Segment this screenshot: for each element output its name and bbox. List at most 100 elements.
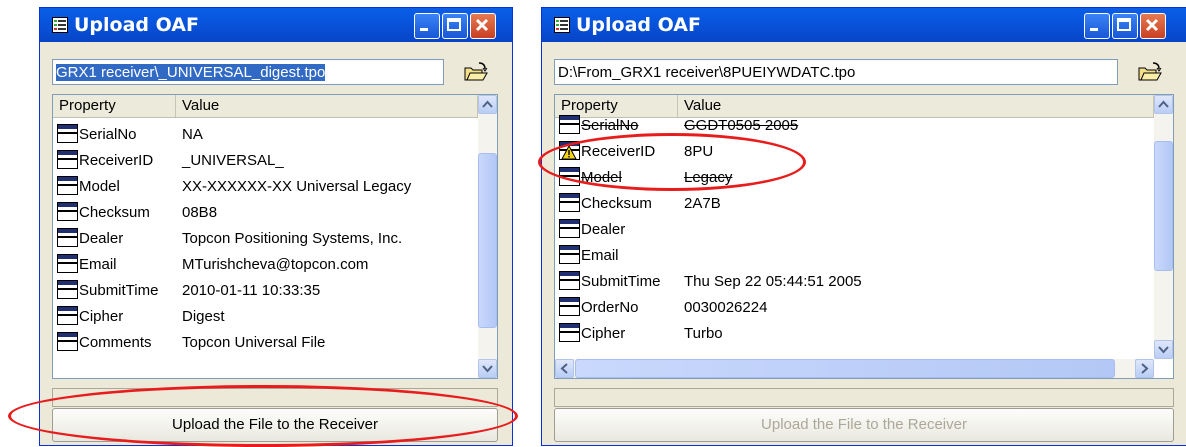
maximize-button[interactable] — [442, 13, 468, 39]
chevron-down-icon — [482, 365, 493, 373]
maximize-button[interactable] — [1112, 13, 1138, 39]
table-row[interactable]: Model XX-XXXXXX-XX Universal Legacy — [53, 174, 473, 200]
property-icon — [559, 297, 580, 316]
property-value: MTurishcheva@topcon.com — [182, 256, 369, 273]
minimize-button[interactable] — [414, 13, 440, 39]
property-value: 08B8 — [182, 204, 218, 221]
property-value: GGDT0505 2005 — [684, 117, 799, 134]
vertical-scrollbar[interactable] — [478, 95, 497, 378]
property-name: SerialNo — [79, 126, 137, 143]
vertical-scrollbar[interactable] — [1154, 95, 1173, 359]
scroll-down-button[interactable] — [478, 359, 497, 378]
property-name: Checksum — [79, 204, 150, 221]
minimize-icon — [420, 28, 428, 31]
property-value: Topcon Universal File — [182, 334, 326, 351]
property-icon — [559, 323, 580, 342]
open-file-button[interactable] — [460, 59, 490, 85]
chevron-right-icon — [1141, 363, 1149, 374]
grid-header: Property Value — [53, 95, 497, 118]
table-row[interactable]: OrderNo 0030026224 — [555, 295, 975, 321]
scroll-thumb[interactable] — [1154, 141, 1173, 271]
open-file-button[interactable] — [1134, 59, 1164, 85]
scroll-down-button[interactable] — [1154, 340, 1173, 359]
table-row[interactable]: SubmitTime Thu Sep 22 05:44:51 2005 — [555, 269, 975, 295]
scroll-up-button[interactable] — [1154, 95, 1173, 114]
table-row[interactable]: Email MTurishcheva@topcon.com — [53, 252, 473, 278]
property-name: Cipher — [79, 308, 124, 325]
close-button[interactable] — [470, 13, 496, 39]
property-icon — [559, 193, 580, 212]
property-value: Thu Sep 22 05:44:51 2005 — [684, 273, 862, 290]
close-icon — [475, 18, 489, 32]
highlight-ellipse-upload-button — [8, 385, 518, 447]
highlight-ellipse-receiver-id — [538, 133, 806, 191]
table-row[interactable]: Checksum 2A7B — [555, 191, 975, 217]
table-row[interactable]: Dealer — [555, 217, 975, 243]
title-bar[interactable]: Upload OAF — [542, 8, 1186, 42]
property-icon — [57, 150, 78, 169]
close-icon — [1145, 18, 1159, 32]
property-value: 0030026224 — [684, 299, 768, 316]
property-name: ReceiverID — [79, 152, 154, 169]
table-row[interactable]: SubmitTime 2010-01-11 10:33:35 — [53, 278, 473, 304]
window-title: Upload OAF — [74, 14, 199, 36]
property-icon — [57, 124, 78, 143]
table-row[interactable]: Cipher Turbo — [555, 321, 975, 347]
open-folder-icon — [464, 62, 488, 81]
property-name: Comments — [79, 334, 152, 351]
table-row[interactable]: Dealer Topcon Positioning Systems, Inc. — [53, 226, 473, 252]
scroll-up-button[interactable] — [478, 95, 497, 114]
chevron-up-icon — [1158, 100, 1169, 108]
upload-oaf-window-left: Upload OAF GRX1 receiver\_UNIVERSAL_dige… — [40, 8, 512, 445]
file-path-field[interactable]: D:\From_GRX1 receiver\8PUEIYWDATC.tpo — [554, 59, 1118, 85]
property-value: Digest — [182, 308, 225, 325]
upload-file-button[interactable]: Upload the File to the Receiver — [554, 408, 1174, 442]
horizontal-scrollbar[interactable] — [555, 359, 1154, 378]
open-folder-icon — [1138, 62, 1162, 81]
property-name: SubmitTime — [581, 273, 661, 290]
upload-oaf-window-right: Upload OAF D:\From_GRX1 receiver\8PUEIYW… — [542, 8, 1186, 445]
property-name: OrderNo — [581, 299, 639, 316]
chevron-left-icon — [560, 363, 568, 374]
table-row[interactable]: Checksum 08B8 — [53, 200, 473, 226]
property-icon — [57, 306, 78, 325]
table-row[interactable]: ReceiverID _UNIVERSAL_ — [53, 148, 473, 174]
property-icon — [57, 228, 78, 247]
chevron-down-icon — [1158, 346, 1169, 354]
property-icon — [559, 271, 580, 290]
property-icon — [559, 245, 580, 264]
column-header-property[interactable]: Property — [53, 95, 176, 117]
property-value: NA — [182, 126, 203, 143]
property-value: XX-XXXXXX-XX Universal Legacy — [182, 178, 412, 195]
property-value: Turbo — [684, 325, 723, 342]
title-bar[interactable]: Upload OAF — [40, 8, 512, 42]
property-value: Topcon Positioning Systems, Inc. — [182, 230, 403, 247]
property-value: _UNIVERSAL_ — [182, 152, 284, 169]
property-value: 2A7B — [684, 195, 721, 212]
scroll-thumb-horizontal[interactable] — [575, 359, 1115, 378]
close-button[interactable] — [1140, 13, 1166, 39]
column-header-value[interactable]: Value — [176, 95, 478, 117]
property-name: Dealer — [581, 221, 626, 238]
property-icon — [57, 176, 78, 195]
scroll-right-button[interactable] — [1135, 359, 1154, 378]
table-row[interactable]: Comments Topcon Universal File — [53, 330, 473, 356]
minimize-button[interactable] — [1084, 13, 1110, 39]
property-icon — [57, 280, 78, 299]
property-name: Email — [581, 247, 619, 264]
property-icon — [559, 219, 580, 238]
table-row[interactable]: Cipher Digest — [53, 304, 473, 330]
property-icon — [57, 254, 78, 273]
property-icon — [57, 202, 78, 221]
scroll-left-button[interactable] — [555, 359, 574, 378]
file-path-field[interactable]: GRX1 receiver\_UNIVERSAL_digest.tpo — [52, 59, 444, 85]
file-path-text: D:\From_GRX1 receiver\8PUEIYWDATC.tpo — [558, 64, 856, 81]
table-row[interactable]: SerialNo NA — [53, 122, 473, 148]
maximize-icon — [1117, 18, 1131, 31]
property-name: Model — [79, 178, 120, 195]
scroll-thumb[interactable] — [478, 153, 497, 328]
table-row[interactable]: Email — [555, 243, 975, 269]
property-grid[interactable]: Property Value SerialNo NA ReceiverID _UNIV… — [52, 94, 498, 379]
maximize-icon — [447, 18, 461, 31]
property-name: Cipher — [581, 325, 626, 342]
